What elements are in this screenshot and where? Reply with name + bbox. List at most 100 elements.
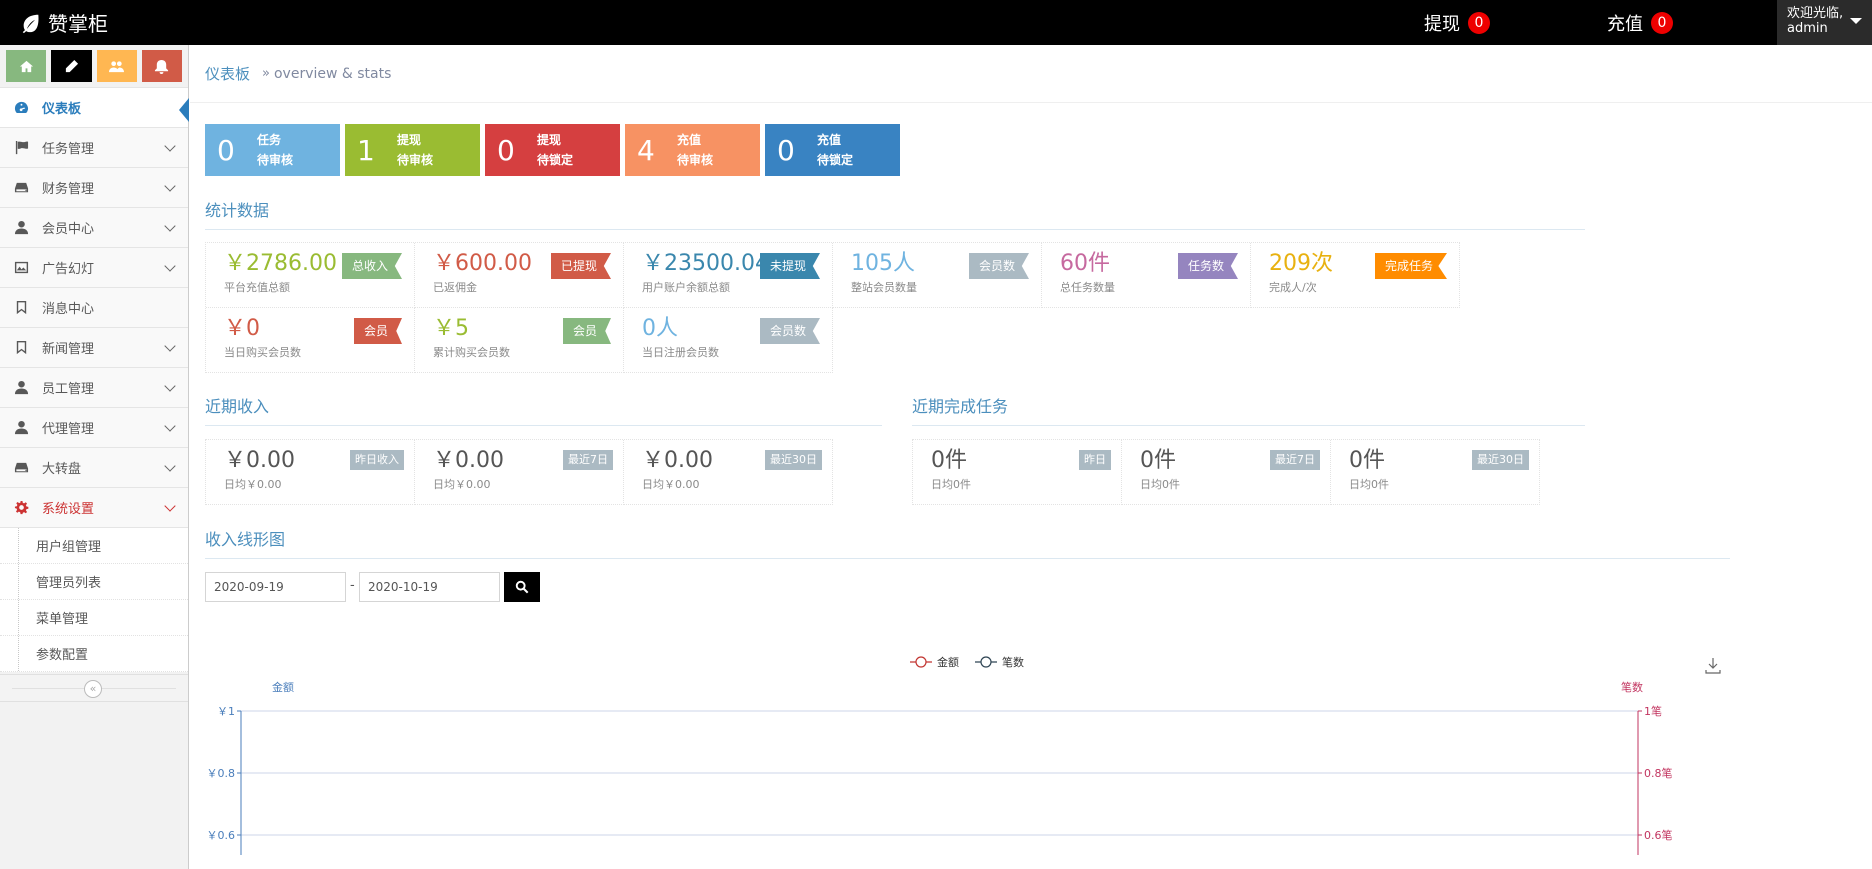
- chevron-down-icon: [164, 140, 176, 152]
- stat-desc: 总任务数量: [1060, 281, 1115, 294]
- notification-shortcut-button[interactable]: [141, 50, 182, 82]
- legend-item-1[interactable]: 笔数: [975, 655, 1024, 669]
- stat-member-count: 105人 整站会员数量 会员数: [833, 243, 1042, 308]
- sidebar-item-label: 系统设置: [42, 502, 95, 517]
- sidebar-item-ads[interactable]: 广告幻灯: [0, 247, 188, 287]
- submenu-item-param-config[interactable]: 参数配置: [0, 636, 188, 672]
- sidebar-item-settings[interactable]: 系统设置: [0, 487, 188, 527]
- legend-item-0[interactable]: 金额: [910, 655, 959, 669]
- right-tick-label: 0.6笔: [1644, 828, 1673, 842]
- tile-sublabel: 待审核: [397, 153, 434, 167]
- hdd-icon: [12, 180, 30, 196]
- income-desc: 日均￥0.00: [224, 478, 282, 491]
- caret-down-icon: [1850, 18, 1862, 24]
- sidebar-item-label: 财务管理: [42, 182, 95, 197]
- tile-recharge-pending-review[interactable]: 4 充值 待审核: [625, 124, 760, 176]
- stat-ribbon: 会员: [562, 318, 611, 344]
- double-left-icon[interactable]: «: [84, 680, 102, 698]
- page-subtitle: overview & stats: [273, 65, 392, 82]
- period-tag: 最近7日: [563, 450, 613, 470]
- sidebar-item-members[interactable]: 会员中心: [0, 207, 188, 247]
- settings-submenu: 用户组管理 管理员列表 菜单管理 参数配置: [0, 527, 188, 672]
- left-axis-name: 金额: [272, 680, 294, 694]
- chevron-down-icon: [164, 420, 176, 432]
- brand-name: 赞掌柜: [48, 12, 108, 36]
- income-desc: 日均￥0.00: [642, 478, 700, 491]
- stat-ribbon: 总收入: [341, 253, 402, 279]
- left-tick-label: ￥1: [217, 705, 235, 718]
- tasks-desc: 日均0件: [1140, 478, 1180, 491]
- stat-task-count: 60件 总任务数量 任务数: [1042, 243, 1251, 308]
- withdraw-link[interactable]: 提现 0: [1424, 10, 1490, 36]
- download-icon[interactable]: [1705, 658, 1721, 674]
- tasks-7-days: 0件 日均0件 最近7日: [1122, 440, 1331, 505]
- chevron-down-icon: [164, 460, 176, 472]
- tile-task-pending-review[interactable]: 0 任务 待审核: [205, 124, 340, 176]
- stat-desc: 整站会员数量: [851, 281, 917, 294]
- sidebar-item-finance[interactable]: 财务管理: [0, 167, 188, 207]
- stat-desc: 已返佣金: [433, 281, 477, 294]
- dashboard-icon: [12, 100, 30, 116]
- stat-ribbon: 完成任务: [1374, 253, 1447, 279]
- tile-number: 4: [637, 133, 655, 167]
- tile-number: 0: [497, 133, 515, 167]
- flag-icon: [12, 140, 30, 156]
- sidebar-item-agents[interactable]: 代理管理: [0, 407, 188, 447]
- bookmark-icon: [12, 300, 30, 316]
- tasks-grid: 0件 日均0件 昨日 0件 日均0件 最近7日 0件 日均0件 最近30日: [912, 439, 1540, 505]
- tile-recharge-pending-lock[interactable]: 0 充值 待锁定: [765, 124, 900, 176]
- bell-icon: [155, 59, 169, 74]
- income-yesterday: ￥0.00 日均￥0.00 昨日收入: [206, 440, 415, 505]
- end-date-input[interactable]: [359, 572, 500, 602]
- sidebar-item-wheel[interactable]: 大转盘: [0, 447, 188, 487]
- date-separator: -: [350, 578, 355, 593]
- right-axis-name: 笔数: [1621, 680, 1643, 694]
- breadcrumb-separator: »: [262, 66, 270, 81]
- tile-number: 1: [357, 133, 375, 167]
- tile-sublabel: 待锁定: [817, 153, 854, 167]
- tasks-section-title: 近期完成任务: [912, 393, 1585, 426]
- stats-section-title: 统计数据: [205, 197, 1585, 230]
- users-shortcut-button[interactable]: [96, 50, 137, 82]
- start-date-input[interactable]: [205, 572, 346, 602]
- stat-desc: 当日购买会员数: [224, 346, 301, 359]
- sidebar-item-label: 消息中心: [42, 302, 95, 317]
- breadcrumb: 仪表板 » overview & stats: [190, 45, 1872, 103]
- chart-legend[interactable]: 金额 笔数: [910, 655, 1024, 669]
- bookmark-icon: [12, 340, 30, 356]
- tile-withdraw-pending-lock[interactable]: 0 提现 待锁定: [485, 124, 620, 176]
- left-tick-label: ￥0.6: [207, 829, 236, 842]
- sidebar-item-news[interactable]: 新闻管理: [0, 327, 188, 367]
- pencil-icon: [65, 59, 78, 72]
- stats-grid: ￥2786.00 平台充值总额 总收入 ￥600.00 已返佣金 已提现 ￥23500.…: [205, 242, 1460, 373]
- search-icon: [515, 580, 529, 594]
- cog-icon: [12, 500, 30, 516]
- stat-user-balance: ￥23500.04 用户账户余额总额 未提现: [624, 243, 833, 308]
- stat-ribbon: 会员数: [968, 253, 1029, 279]
- legend-marker: [915, 656, 927, 668]
- tile-withdraw-pending-review[interactable]: 1 提现 待审核: [345, 124, 480, 176]
- chevron-down-icon: [164, 380, 176, 392]
- sidebar-item-label: 仪表板: [42, 102, 82, 117]
- sidebar-shortcuts: [0, 45, 188, 87]
- sidebar-item-dashboard[interactable]: 仪表板: [0, 87, 189, 127]
- tile-label: 充值: [677, 133, 702, 147]
- edit-shortcut-button[interactable]: [51, 50, 92, 82]
- stat-today-member-purchases: ￥0 当日购买会员数 会员: [206, 308, 415, 373]
- sidebar-item-label: 会员中心: [42, 222, 95, 237]
- submenu-item-user-groups[interactable]: 用户组管理: [0, 528, 188, 564]
- page-title[interactable]: 仪表板: [205, 63, 250, 84]
- sidebar-item-staff[interactable]: 员工管理: [0, 367, 188, 407]
- search-button[interactable]: [504, 572, 540, 602]
- sidebar-item-tasks[interactable]: 任务管理: [0, 127, 188, 167]
- tasks-30-days: 0件 日均0件 最近30日: [1331, 440, 1540, 505]
- recharge-link[interactable]: 充值 0: [1607, 10, 1673, 36]
- home-shortcut-button[interactable]: [6, 50, 47, 82]
- submenu-item-admin-list[interactable]: 管理员列表: [0, 564, 188, 600]
- leaf-icon: [22, 14, 39, 33]
- brand[interactable]: 赞掌柜: [20, 8, 108, 37]
- user-menu[interactable]: 欢迎光临, admin: [1777, 0, 1872, 45]
- sidebar-item-messages[interactable]: 消息中心: [0, 287, 188, 327]
- tasks-yesterday: 0件 日均0件 昨日: [913, 440, 1122, 505]
- submenu-item-menu-management[interactable]: 菜单管理: [0, 600, 188, 636]
